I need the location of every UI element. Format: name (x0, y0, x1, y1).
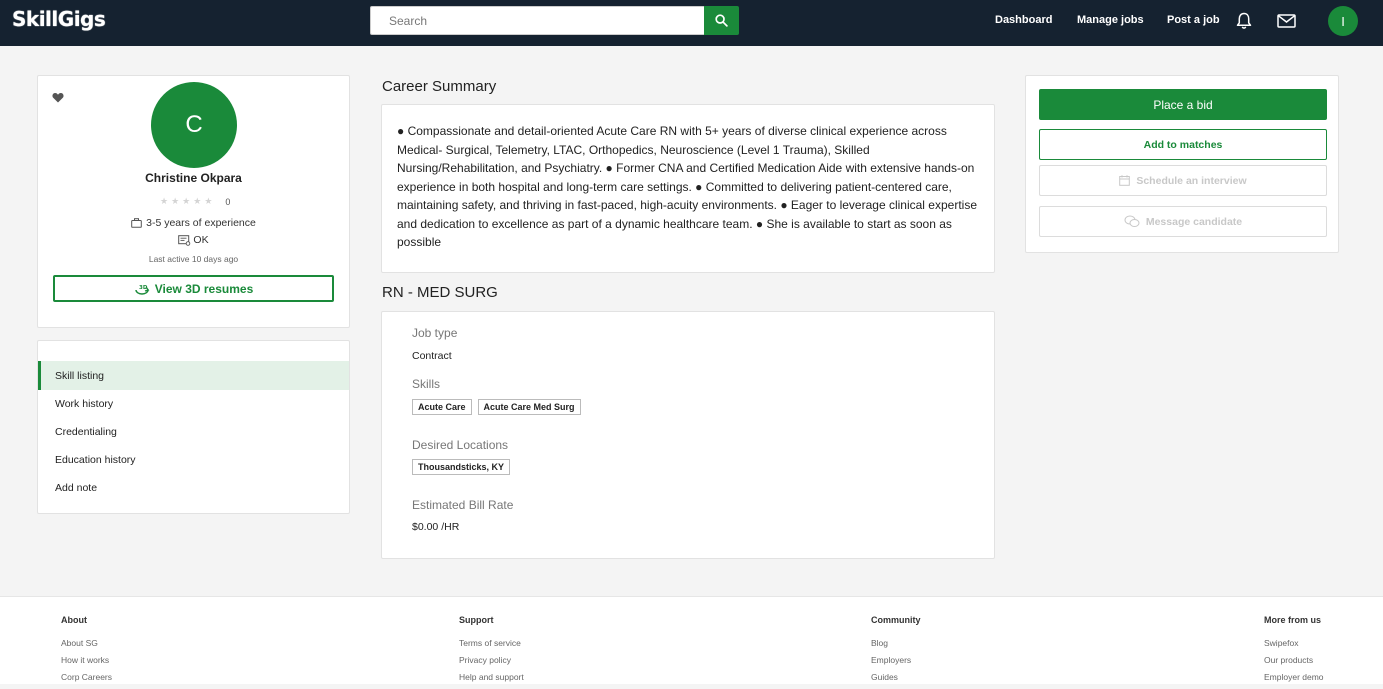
footer-link[interactable]: Guides (871, 672, 921, 689)
job-type-value: Contract (412, 350, 452, 362)
star-icon: ★ (193, 196, 202, 206)
star-icon: ★ (171, 196, 180, 206)
search-input[interactable] (370, 6, 704, 35)
search-bar (370, 6, 739, 35)
location-chip: Thousandsticks, KY (412, 459, 511, 475)
footer-link[interactable]: Privacy policy (459, 655, 524, 672)
message-candidate-label: Message candidate (1145, 215, 1243, 228)
search-button[interactable] (704, 6, 739, 35)
career-summary-title: Career Summary (382, 78, 497, 95)
footer-link[interactable]: Terms of service (459, 638, 524, 655)
message-candidate-button[interactable]: Message candidate (1039, 206, 1327, 237)
skillgigs-logo[interactable]: SkillGigs (12, 7, 106, 31)
rating-count: 0 (225, 196, 231, 207)
footer-link[interactable]: Employer demo (1264, 672, 1324, 689)
bill-rate-value: $0.00 /HR (412, 521, 460, 533)
messages-button[interactable] (1276, 11, 1296, 31)
footer-link[interactable]: How it works (61, 655, 112, 672)
menu-item-education-history[interactable]: Education history (38, 445, 349, 474)
locations-chip-row: Thousandsticks, KY (412, 459, 511, 475)
nav-manage-jobs[interactable]: Manage jobs (1077, 14, 1144, 26)
add-to-matches-button[interactable]: Add to matches (1039, 129, 1327, 160)
job-details-card: Job type Contract Skills Acute Care Acut… (381, 311, 995, 559)
notifications-button[interactable] (1234, 11, 1254, 31)
desired-locations-label: Desired Locations (412, 438, 509, 452)
page-footer: About About SG How it works Corp Careers… (0, 596, 1383, 684)
user-avatar[interactable]: I (1328, 6, 1358, 36)
footer-link[interactable]: Corp Careers (61, 672, 112, 689)
candidate-name: Christine Okpara (145, 171, 242, 185)
experience-text: 3-5 years of experience (146, 217, 256, 229)
footer-link[interactable]: About SG (61, 638, 112, 655)
last-active-text: Last active 10 days ago (148, 254, 239, 264)
experience-row: 3-5 years of experience (38, 217, 349, 229)
heart-icon (52, 92, 64, 103)
skill-chip: Acute Care Med Surg (477, 399, 581, 415)
place-bid-button[interactable]: Place a bid (1039, 89, 1327, 120)
footer-heading: More from us (1264, 615, 1322, 625)
location-text: OK (193, 234, 209, 246)
menu-item-add-note[interactable]: Add note (38, 473, 349, 502)
footer-link[interactable]: Help and support (459, 672, 524, 689)
footer-heading: Support (459, 615, 494, 625)
chat-icon (1124, 215, 1140, 227)
view-3d-resumes-button[interactable]: 3D View 3D resumes (53, 275, 334, 302)
career-summary-text: ● Compassionate and detail-oriented Acut… (397, 124, 977, 249)
footer-column-community: Community Blog Employers Guides (871, 615, 921, 689)
skills-label: Skills (412, 377, 441, 391)
star-rating: ★ ★ ★ ★ ★ 0 (160, 196, 230, 207)
profile-side-menu: Skill listing Work history Credentialing… (37, 340, 350, 514)
footer-link[interactable]: Blog (871, 638, 921, 655)
schedule-interview-label: Schedule an interview (1136, 174, 1247, 187)
schedule-interview-button[interactable]: Schedule an interview (1039, 165, 1327, 196)
bill-rate-label: Estimated Bill Rate (412, 498, 514, 512)
nav-post-a-job[interactable]: Post a job (1167, 14, 1220, 26)
search-icon (715, 14, 728, 27)
skills-chip-row: Acute Care Acute Care Med Surg (412, 399, 581, 415)
location-row: OK (38, 234, 349, 246)
star-icon: ★ (204, 196, 213, 206)
job-type-label: Job type (412, 326, 458, 340)
footer-column-about: About About SG How it works Corp Careers (61, 615, 112, 689)
candidate-avatar: C (151, 82, 237, 168)
footer-column-more-from-us: More from us Swipefox Our products Emplo… (1264, 615, 1324, 689)
bell-icon (1236, 12, 1252, 29)
menu-item-credentialing[interactable]: Credentialing (38, 417, 349, 446)
favorite-button[interactable] (52, 90, 64, 108)
map-icon (178, 234, 191, 246)
footer-link[interactable]: Employers (871, 655, 921, 672)
career-summary-card: ● Compassionate and detail-oriented Acut… (381, 104, 995, 273)
footer-heading: About (61, 615, 87, 625)
briefcase-icon (131, 218, 142, 228)
mail-icon (1276, 14, 1296, 28)
footer-column-support: Support Terms of service Privacy policy … (459, 615, 524, 689)
footer-link[interactable]: Swipefox (1264, 638, 1324, 655)
footer-heading: Community (871, 615, 921, 625)
svg-text:3D: 3D (139, 285, 148, 291)
star-icon: ★ (182, 196, 191, 206)
star-icon: ★ (160, 196, 169, 206)
top-nav-bar: SkillGigs Dashboard Manage jobs Post a j… (0, 0, 1383, 46)
candidate-profile-card: C Christine Okpara ★ ★ ★ ★ ★ 0 3-5 years… (37, 75, 350, 328)
nav-dashboard[interactable]: Dashboard (995, 14, 1052, 26)
footer-link[interactable]: Our products (1264, 655, 1324, 672)
calendar-icon (1119, 175, 1131, 186)
menu-item-work-history[interactable]: Work history (38, 389, 349, 418)
3d-rotate-icon: 3D (135, 285, 150, 295)
view-3d-resumes-label: View 3D resumes (154, 281, 254, 296)
skill-chip: Acute Care (412, 399, 472, 415)
candidate-actions-card: Place a bid Add to matches Schedule an i… (1025, 75, 1339, 253)
job-title: RN - MED SURG (382, 284, 498, 301)
menu-item-skill-listing[interactable]: Skill listing (38, 361, 349, 390)
